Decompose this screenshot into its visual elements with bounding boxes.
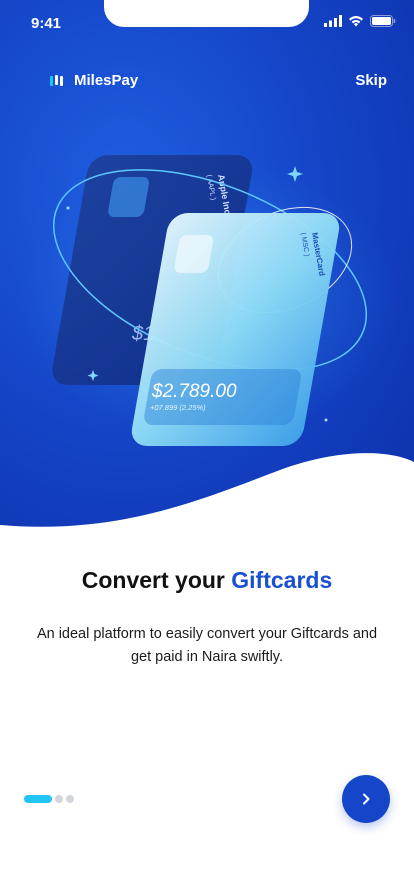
page-dot [66,795,74,803]
status-time: 9:41 [31,15,62,32]
title-accent: Giftcards [231,567,333,593]
milespay-logo-icon [50,74,63,86]
battery-icon [370,15,396,27]
hero-wave [0,453,414,540]
page-dot-active [24,795,52,803]
chevron-right-icon [363,793,370,805]
device-notch [104,0,309,27]
page-description: An ideal platform to easily convert your… [36,626,378,665]
page-dot [55,795,63,803]
status-icons [324,15,396,27]
skip-button[interactable]: Skip [355,72,387,89]
title-prefix: Convert your [81,567,225,593]
brand-name: MilesPay [74,72,139,89]
next-button[interactable] [342,775,390,823]
signal-icon [324,15,342,27]
front-card-change: +07.899 (2.25%) [150,403,206,412]
page-title: Convert your Giftcards [0,567,414,594]
wifi-icon [349,16,363,27]
page-indicator [24,795,74,803]
brand: MilesPay [50,72,138,89]
front-card-amount: $2.789.00 [151,381,237,402]
card-illustration: Apple Inc ( AAPL ) $1 MasterCard ( MSC )… [20,155,400,446]
